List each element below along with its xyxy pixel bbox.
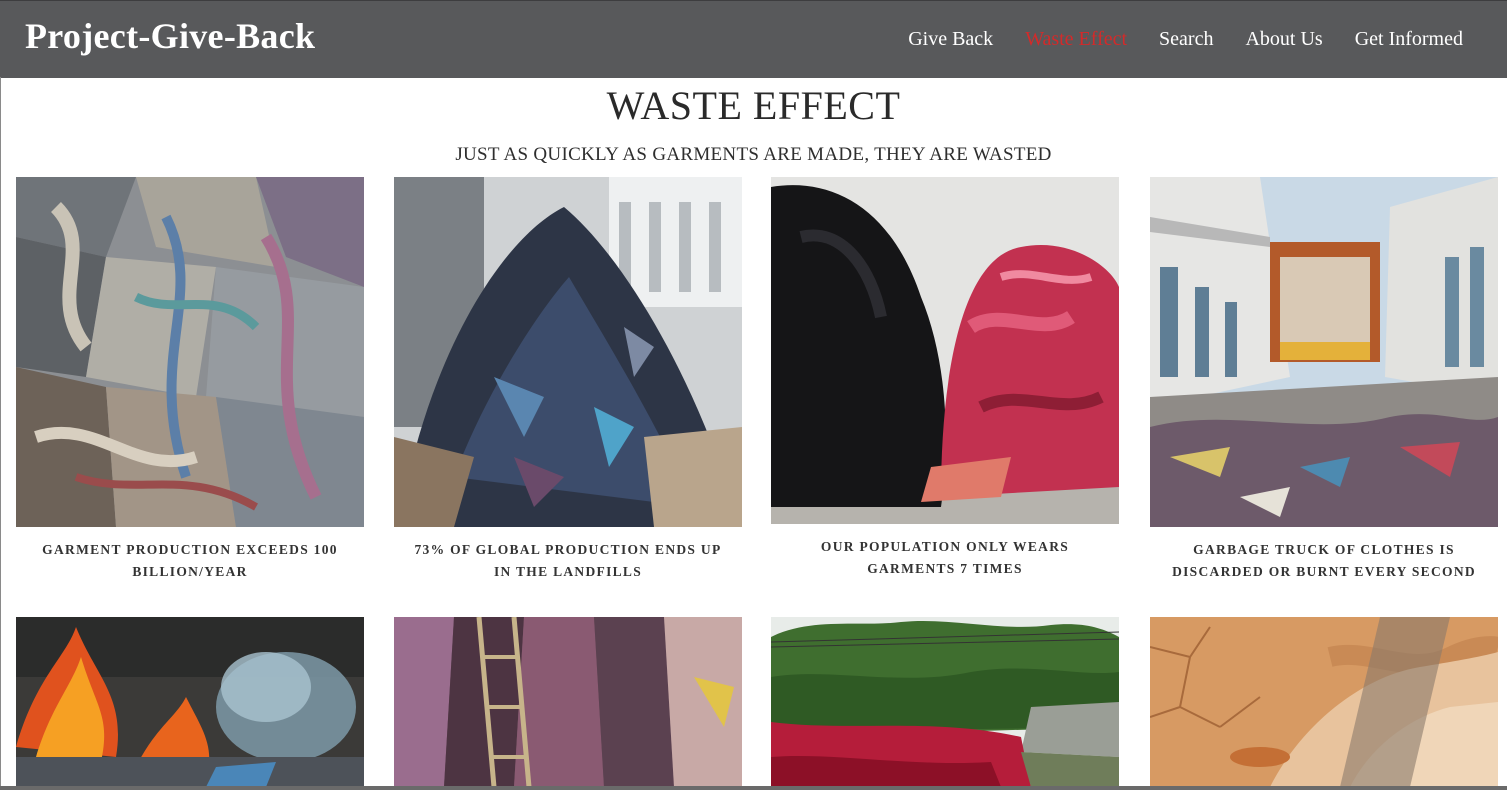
fact-card: GARMENT PRODUCTION EXCEEDS 100 BILLION/Y… [16, 177, 364, 583]
window-left-edge [0, 77, 1, 790]
fact-card [16, 617, 364, 787]
fact-card [1150, 617, 1498, 787]
fact-caption: GARBAGE TRUCK OF CLOTHES IS DISCARDED OR… [1172, 542, 1476, 579]
polluted-river-photo [771, 617, 1119, 787]
nav-waste-effect[interactable]: Waste Effect [1025, 28, 1127, 51]
fact-caption: 73% OF GLOBAL PRODUCTION ENDS UP IN THE … [414, 542, 722, 579]
page-title: WASTE EFFECT [606, 83, 901, 128]
main-nav: Give Back Waste Effect Search About Us G… [876, 1, 1463, 78]
fact-caption: GARMENT PRODUCTION EXCEEDS 100 BILLION/Y… [42, 542, 338, 579]
hanging-clothes-photo [394, 617, 742, 787]
garbage-truck-photo [1150, 177, 1498, 527]
top-navbar: Project-Give-Back Give Back Waste Effect… [0, 0, 1507, 78]
nav-get-informed[interactable]: Get Informed [1355, 28, 1463, 51]
page-subtitle: JUST AS QUICKLY AS GARMENTS ARE MADE, TH… [455, 144, 1052, 165]
nav-about-us[interactable]: About Us [1245, 28, 1322, 51]
black-red-piles-photo [771, 177, 1119, 524]
burning-clothes-photo [16, 617, 364, 787]
fact-card [771, 617, 1119, 787]
fact-card [394, 617, 742, 787]
fact-caption: OUR POPULATION ONLY WEARS GARMENTS 7 TIM… [820, 539, 1070, 576]
clothes-pile-photo [16, 177, 364, 527]
window-bottom-edge [0, 786, 1507, 790]
nav-search[interactable]: Search [1159, 28, 1213, 51]
fact-card: 73% OF GLOBAL PRODUCTION ENDS UP IN THE … [394, 177, 742, 583]
brand-logo[interactable]: Project-Give-Back [25, 15, 315, 57]
dry-cracked-earth-photo [1150, 617, 1498, 787]
fact-card: OUR POPULATION ONLY WEARS GARMENTS 7 TIM… [771, 177, 1119, 580]
nav-give-back[interactable]: Give Back [908, 28, 993, 51]
landfill-heap-photo [394, 177, 742, 527]
fact-card: GARBAGE TRUCK OF CLOTHES IS DISCARDED OR… [1150, 177, 1498, 583]
